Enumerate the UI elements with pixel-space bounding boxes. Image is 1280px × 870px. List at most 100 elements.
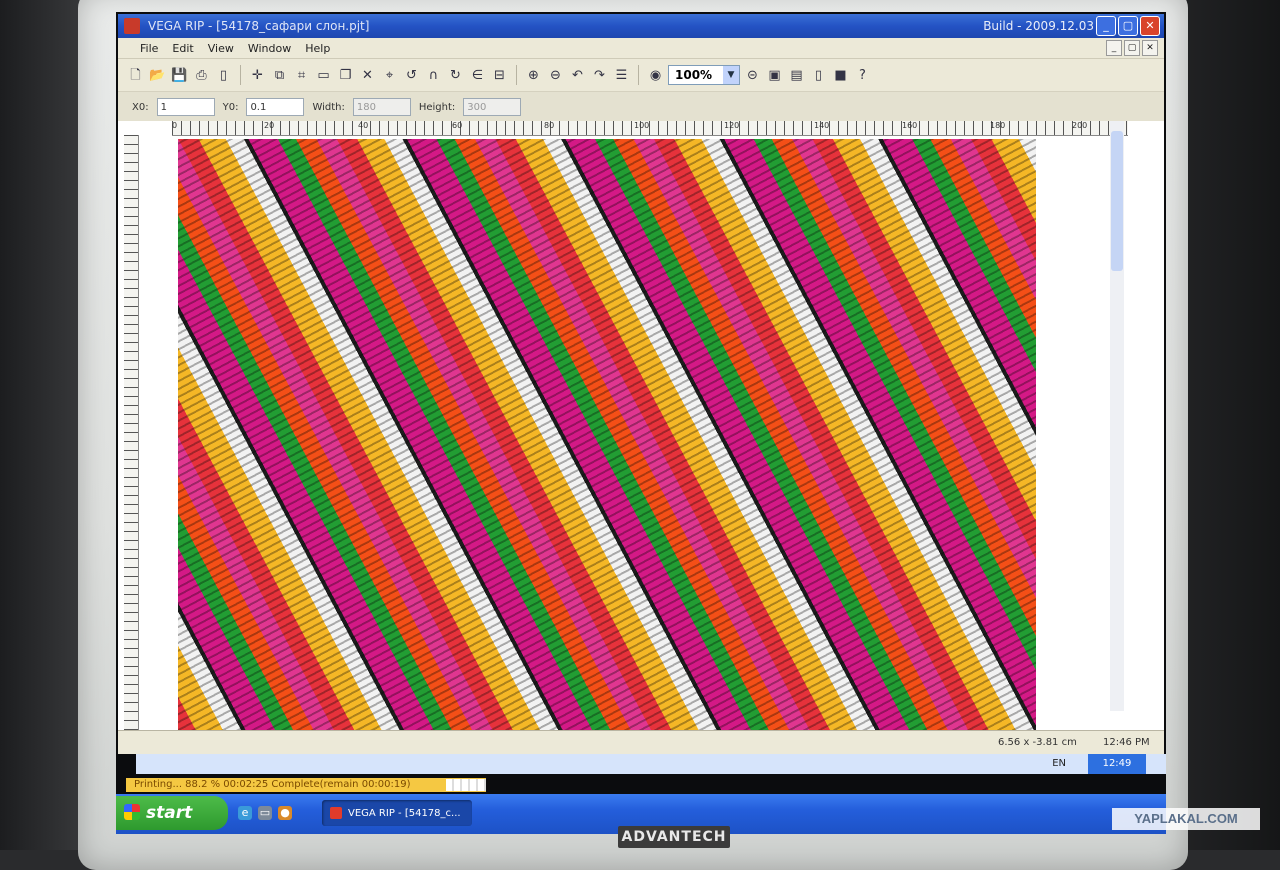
move-icon[interactable]: ✛ <box>248 66 267 85</box>
mdi-close-button[interactable]: ✕ <box>1142 40 1158 56</box>
minimize-button[interactable]: _ <box>1096 16 1116 36</box>
app-icon <box>124 18 140 34</box>
mdi-restore-button[interactable]: ▢ <box>1124 40 1140 56</box>
save-icon[interactable]: 💾 <box>170 66 189 85</box>
media-icon[interactable]: ● <box>278 806 292 820</box>
monitor-brand-logo: ADVANTECH <box>618 826 730 848</box>
ie-icon[interactable]: e <box>238 806 252 820</box>
crop-icon[interactable]: ⌗ <box>292 66 311 85</box>
mdi-minimize-button[interactable]: _ <box>1106 40 1122 56</box>
mdi-controls: _ ▢ ✕ <box>1106 40 1158 56</box>
canvas-workspace[interactable]: 0 20 40 60 80 100 120 140 160 180 200 <box>118 121 1164 754</box>
ruler-label: 140 <box>814 121 830 130</box>
horizontal-ruler: 0 20 40 60 80 100 120 140 160 180 200 <box>172 121 1128 136</box>
fit-icon[interactable]: ⊝ <box>743 66 762 85</box>
menu-edit[interactable]: Edit <box>172 42 193 55</box>
language-indicator[interactable]: EN <box>1052 758 1066 769</box>
app-window: VEGA RIP - [54178_сафари слон.pjt] Build… <box>118 14 1164 754</box>
zoom-out-icon[interactable]: ⊖ <box>546 66 565 85</box>
toolbar: 🗋 📂 💾 ⎙ ▯ ✛ ⧉ ⌗ ▭ ❐ ✕ ⌖ ↺ ∩ ↻ ∈ ⊟ ⊕ ⊖ ↶ … <box>118 59 1164 92</box>
properties-bar: X0: 1 Y0: 0.1 Width: 180 Height: 300 <box>118 92 1164 123</box>
chevron-down-icon[interactable]: ▼ <box>723 66 739 84</box>
progress-indicator <box>446 779 486 791</box>
notification-strip: EN 12:49 <box>136 754 1166 774</box>
width-input[interactable]: 180 <box>352 98 411 116</box>
x-label: X0: <box>132 101 149 113</box>
taskbar-item-label: VEGA RIP - [54178_с... <box>348 807 461 819</box>
undo-icon[interactable]: ↶ <box>568 66 587 85</box>
vertical-ruler <box>124 135 139 745</box>
vega-rip-icon <box>330 807 342 819</box>
print-progress-bar: Printing... 88.2 % 00:02:25 Complete(rem… <box>126 778 486 792</box>
print-design-image[interactable] <box>178 139 1036 735</box>
mirror-icon[interactable]: ∈ <box>468 66 487 85</box>
blank-page-icon[interactable]: ▯ <box>809 66 828 85</box>
toolbar-separator <box>638 65 639 85</box>
x-input[interactable]: 1 <box>156 98 215 116</box>
printer-device-icon[interactable]: ■ <box>831 66 850 85</box>
y-label: Y0: <box>222 101 239 113</box>
build-label: Build - 2009.12.03 <box>983 19 1094 33</box>
rotate-left-icon[interactable]: ↺ <box>402 66 421 85</box>
close-button[interactable]: ✕ <box>1140 16 1160 36</box>
height-label: Height: <box>418 101 456 113</box>
menu-window[interactable]: Window <box>248 42 291 55</box>
page-setup-icon[interactable]: ▯ <box>214 66 233 85</box>
ruler-label: 80 <box>544 121 555 130</box>
maximize-button[interactable]: ▢ <box>1118 16 1138 36</box>
ruler-label: 120 <box>724 121 740 130</box>
align-icon[interactable]: ⊟ <box>490 66 509 85</box>
screen: VEGA RIP - [54178_сафари слон.pjt] Build… <box>116 12 1166 834</box>
rotate-icon[interactable]: ∩ <box>424 66 443 85</box>
rotate-right-icon[interactable]: ↻ <box>446 66 465 85</box>
title-bar[interactable]: VEGA RIP - [54178_сафари слон.pjt] Build… <box>118 14 1164 38</box>
document-icon[interactable]: ▤ <box>787 66 806 85</box>
desk-background <box>0 0 90 850</box>
copy-icon[interactable]: ⧉ <box>270 66 289 85</box>
toolbar-separator <box>240 65 241 85</box>
duplicate-icon[interactable]: ❐ <box>336 66 355 85</box>
status-bar: 6.56 x -3.81 cm 12:46 PM <box>118 730 1164 754</box>
status-time: 12:46 PM <box>1103 737 1150 748</box>
system-clock[interactable]: 12:49 <box>1088 754 1146 774</box>
toolbar-separator <box>516 65 517 85</box>
taskbar-item-vega-rip[interactable]: VEGA RIP - [54178_с... <box>322 800 472 826</box>
settings-icon[interactable]: ☰ <box>612 66 631 85</box>
zoom-in-icon[interactable]: ⊕ <box>524 66 543 85</box>
zoom-value: 100% <box>675 68 713 82</box>
quick-launch: e ▭ ● <box>238 806 292 820</box>
menu-view[interactable]: View <box>208 42 234 55</box>
scrollbar-thumb[interactable] <box>1111 131 1123 271</box>
zoom-select[interactable]: 100% ▼ <box>668 65 740 85</box>
pointer-icon[interactable]: ⌖ <box>380 66 399 85</box>
open-folder-icon[interactable]: 📂 <box>148 66 167 85</box>
print-icon[interactable]: ⎙ <box>192 66 211 85</box>
ruler-label: 200 <box>1072 121 1088 130</box>
window-title: VEGA RIP - [54178_сафари слон.pjt] <box>148 19 370 33</box>
site-watermark: YAPLAKAL.COM <box>1112 808 1260 830</box>
delete-icon[interactable]: ✕ <box>358 66 377 85</box>
help-icon[interactable]: ? <box>853 66 872 85</box>
ruler-label: 180 <box>990 121 1006 130</box>
target-icon[interactable]: ◉ <box>646 66 665 85</box>
y-input[interactable]: 0.1 <box>246 98 305 116</box>
show-desktop-icon[interactable]: ▭ <box>258 806 272 820</box>
start-label: start <box>146 803 193 823</box>
redo-icon[interactable]: ↷ <box>590 66 609 85</box>
ruler-label: 60 <box>452 121 463 130</box>
ruler-label: 160 <box>902 121 918 130</box>
menu-file[interactable]: File <box>140 42 158 55</box>
menu-bar: File Edit View Window Help _ ▢ ✕ <box>118 38 1164 59</box>
vertical-scrollbar[interactable] <box>1110 121 1124 711</box>
height-input[interactable]: 300 <box>463 98 522 116</box>
ruler-label: 0 <box>172 121 178 130</box>
tile-icon[interactable]: ▭ <box>314 66 333 85</box>
ruler-label: 40 <box>358 121 369 130</box>
new-file-icon[interactable]: 🗋 <box>126 66 145 85</box>
page-icon[interactable]: ▣ <box>765 66 784 85</box>
windows-logo-icon <box>124 804 140 820</box>
cursor-coordinates: 6.56 x -3.81 cm <box>998 737 1077 748</box>
start-button[interactable]: start <box>116 796 228 830</box>
menu-help[interactable]: Help <box>305 42 330 55</box>
ruler-label: 20 <box>264 121 275 130</box>
